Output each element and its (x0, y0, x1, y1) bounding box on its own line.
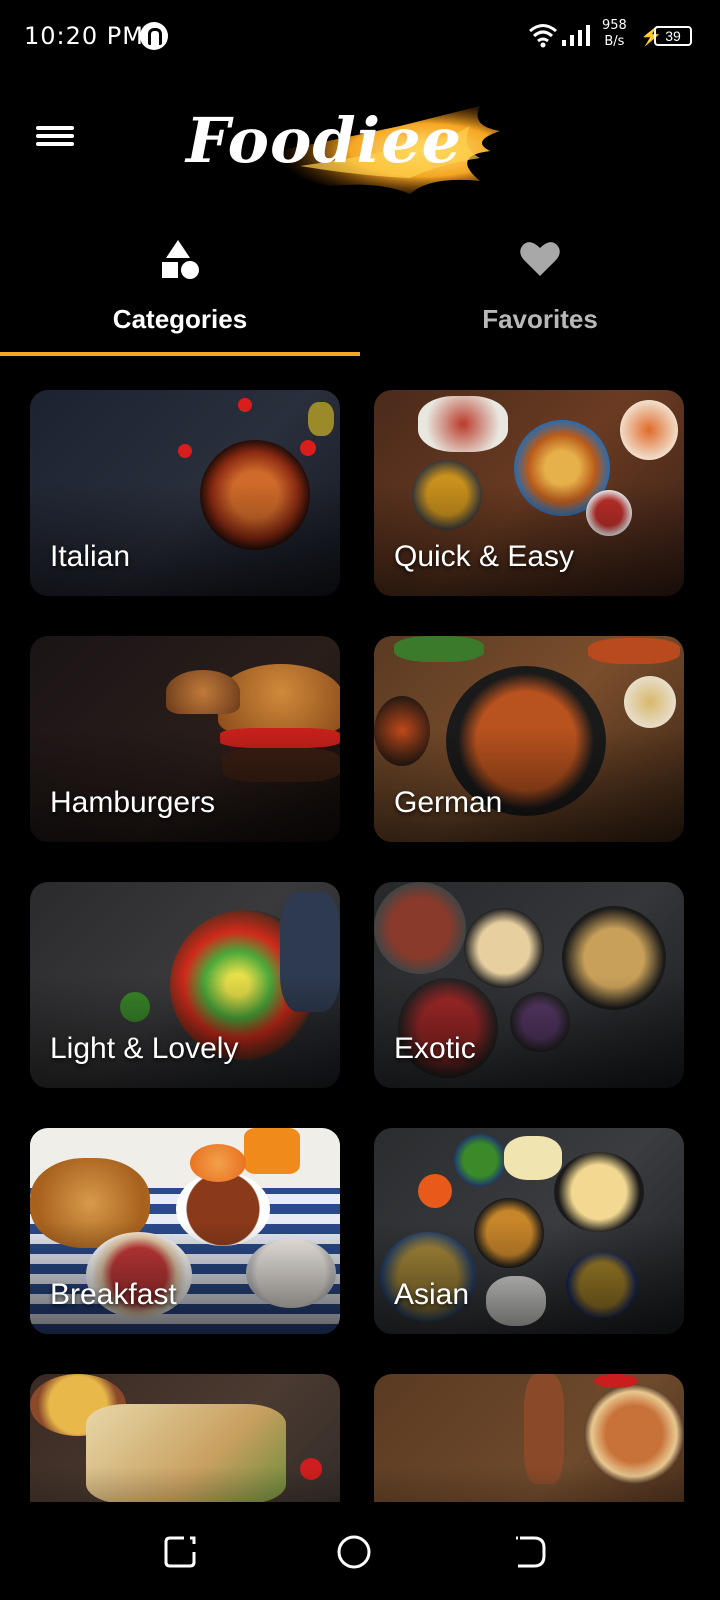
category-label: Light & Lovely (50, 1032, 239, 1065)
menu-button[interactable] (36, 126, 74, 154)
category-label: Exotic (394, 1032, 476, 1065)
notification-app-icon (140, 22, 168, 50)
menu-icon-bar (36, 142, 74, 146)
battery-icon: 39 (654, 26, 692, 46)
tab-label: Favorites (482, 304, 598, 334)
status-time: 10:20 PM (24, 22, 144, 50)
network-speed-unit: B/s (604, 34, 625, 49)
category-card-quick-easy[interactable]: Quick & Easy (374, 390, 684, 596)
category-card-breakfast[interactable]: Breakfast (30, 1128, 340, 1334)
network-speed: 958 B/s (602, 18, 627, 50)
category-card-exotic[interactable]: Exotic (374, 882, 684, 1088)
tab-indicator (0, 352, 360, 356)
menu-icon-bar (36, 126, 74, 130)
shapes-icon (162, 240, 199, 279)
wifi-icon (529, 24, 557, 48)
logo-text: Foodiee (186, 104, 463, 177)
recent-apps-icon[interactable] (162, 1534, 198, 1570)
network-speed-value: 958 (602, 18, 627, 33)
category-label: Hamburgers (50, 786, 216, 819)
category-label: Italian (50, 540, 131, 573)
menu-icon-bar (36, 134, 74, 138)
category-card-italian[interactable]: Italian (30, 390, 340, 596)
heart-icon (520, 242, 560, 276)
category-card-light-lovely[interactable]: Light & Lovely (30, 882, 340, 1088)
tab-label: Categories (112, 304, 248, 334)
signal-icon (562, 25, 590, 46)
status-bar: 10:20 PM 958 B/s ⚡ 39 (0, 0, 720, 74)
tab-categories[interactable]: Categories (0, 232, 360, 354)
battery-level: 39 (665, 28, 681, 44)
category-label: Breakfast (50, 1278, 177, 1311)
category-card-hamburgers[interactable]: Hamburgers (30, 636, 340, 842)
category-card-german[interactable]: German (374, 636, 684, 842)
category-label: Asian (394, 1278, 470, 1311)
category-card-sandwiches[interactable] (30, 1374, 340, 1502)
category-label: German (394, 786, 503, 819)
category-card-asian[interactable]: Asian (374, 1128, 684, 1334)
tab-favorites[interactable]: Favorites (360, 232, 720, 354)
app-logo: Foodiee (180, 86, 530, 206)
category-label: Quick & Easy (394, 540, 575, 573)
category-grid: Italian Quick & Easy Hamburgers German L… (30, 390, 692, 1502)
system-navigation-bar (0, 1502, 720, 1600)
home-icon[interactable] (336, 1534, 372, 1570)
back-icon[interactable] (512, 1534, 548, 1570)
category-card-bbq[interactable] (374, 1374, 684, 1502)
